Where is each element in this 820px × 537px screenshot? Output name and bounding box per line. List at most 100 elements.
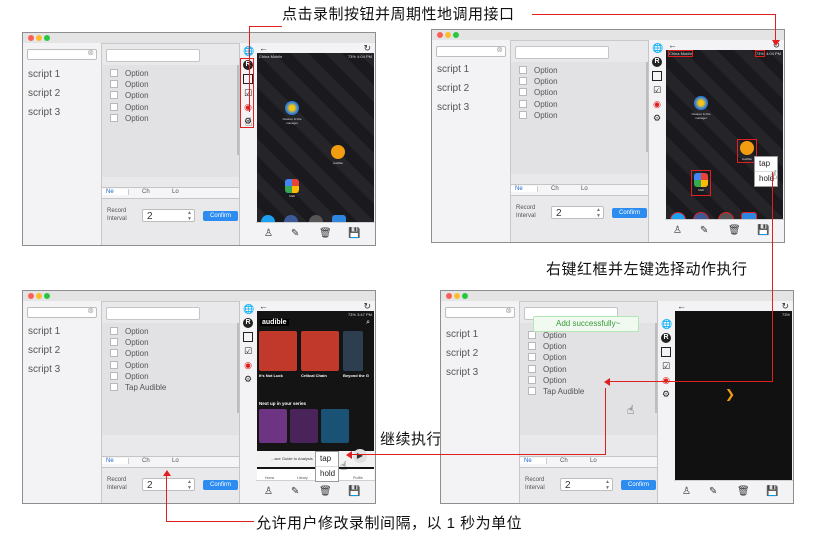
checkbox[interactable] — [110, 361, 118, 369]
action-search-input[interactable] — [106, 49, 200, 62]
confirm-button[interactable]: Confirm — [621, 480, 656, 490]
record-icon[interactable]: ◉ — [652, 99, 662, 109]
robot-icon[interactable]: ♙ — [682, 486, 691, 497]
tab-ch[interactable]: Ch — [142, 458, 150, 464]
back-arrow-icon[interactable]: ← — [668, 40, 677, 50]
record-r-icon[interactable]: R — [661, 333, 671, 343]
trash-icon[interactable]: 🗑 — [737, 486, 750, 497]
checkbox[interactable] — [110, 327, 118, 335]
back-arrow-icon[interactable]: ← — [259, 43, 268, 53]
checkbox-icon[interactable]: ☑ — [652, 85, 662, 95]
globe-icon[interactable]: 🌐 — [661, 319, 672, 329]
checkbox[interactable] — [110, 383, 118, 391]
script-search-input[interactable]: ⊗ — [436, 45, 506, 57]
book-cover[interactable] — [301, 331, 339, 371]
series-cover[interactable] — [321, 409, 349, 443]
script-search-input[interactable]: ⊗ — [27, 306, 97, 318]
checkbox[interactable] — [110, 69, 118, 77]
checkbox[interactable] — [528, 376, 536, 384]
clear-icon[interactable]: ⊗ — [87, 306, 94, 315]
gear-icon[interactable]: ⚙ — [243, 374, 253, 384]
play-button-icon[interactable]: ▶ — [353, 449, 367, 463]
checkbox[interactable] — [110, 103, 118, 111]
script-item[interactable]: script 2 — [28, 345, 60, 356]
checkbox[interactable] — [528, 387, 536, 395]
pencil-icon[interactable]: ✎ — [700, 225, 708, 236]
confirm-button[interactable]: Confirm — [203, 211, 238, 221]
action-search-input[interactable] — [515, 46, 609, 59]
cleaner-app-icon[interactable] — [285, 101, 299, 115]
minimize-dot[interactable] — [36, 293, 42, 299]
checkbox[interactable] — [110, 91, 118, 99]
option-item[interactable]: Option — [110, 103, 149, 112]
window-icon[interactable] — [243, 332, 253, 342]
checkbox[interactable] — [519, 77, 527, 85]
audible-app-icon[interactable] — [740, 141, 754, 155]
clear-icon[interactable]: ⊗ — [505, 306, 512, 315]
window-icon[interactable] — [652, 71, 662, 81]
mall-app-icon[interactable] — [285, 179, 299, 193]
tab-lo[interactable]: Lo — [581, 186, 588, 192]
checkbox[interactable] — [110, 372, 118, 380]
tab-lo[interactable]: Lo — [172, 189, 179, 195]
script-search-input[interactable]: ⊗ — [27, 48, 97, 60]
checkbox[interactable] — [110, 80, 118, 88]
option-item[interactable]: Option — [110, 338, 149, 347]
tab-new[interactable]: Ne — [511, 186, 538, 192]
book-cover[interactable] — [259, 331, 297, 371]
series-cover[interactable] — [259, 409, 287, 443]
option-item[interactable]: Option — [528, 342, 567, 351]
trash-icon[interactable]: 🗑 — [319, 228, 332, 239]
save-icon[interactable]: 💾 — [348, 486, 360, 497]
close-dot[interactable] — [446, 293, 452, 299]
refresh-icon[interactable]: ↻ — [363, 301, 371, 311]
checkbox-icon[interactable]: ☑ — [661, 361, 671, 371]
option-item[interactable]: Option — [519, 66, 558, 75]
tab-new[interactable]: Ne — [102, 189, 129, 195]
script-item[interactable]: script 3 — [437, 102, 469, 113]
clear-icon[interactable]: ⊗ — [496, 45, 503, 54]
script-search-input[interactable]: ⊗ — [445, 306, 515, 318]
maximize-dot[interactable] — [453, 32, 459, 38]
checkbox[interactable] — [528, 353, 536, 361]
save-icon[interactable]: 💾 — [757, 225, 769, 236]
context-item-tap[interactable]: tap — [316, 452, 338, 466]
confirm-button[interactable]: Confirm — [203, 480, 238, 490]
record-interval-input[interactable]: 2 ▲ ▼ — [142, 209, 195, 222]
tab-new[interactable]: Ne — [102, 458, 129, 464]
checkbox[interactable] — [519, 88, 527, 96]
option-item[interactable]: Option — [110, 114, 149, 123]
book-cover[interactable] — [343, 331, 363, 371]
checkbox[interactable] — [528, 331, 536, 339]
back-arrow-icon[interactable]: ← — [259, 301, 268, 311]
minimize-dot[interactable] — [454, 293, 460, 299]
script-item[interactable]: script 3 — [28, 364, 60, 375]
record-r-icon[interactable]: R — [243, 318, 253, 328]
close-dot[interactable] — [437, 32, 443, 38]
script-item[interactable]: script 3 — [28, 107, 60, 118]
search-icon[interactable]: ⌕ — [366, 319, 370, 327]
globe-icon[interactable]: 🌐 — [243, 304, 254, 314]
minimize-dot[interactable] — [445, 32, 451, 38]
option-item[interactable]: Option — [110, 327, 149, 336]
window-icon[interactable] — [661, 347, 671, 357]
gear-icon[interactable]: ⚙ — [652, 113, 662, 123]
option-item[interactable]: Option — [110, 91, 149, 100]
series-cover[interactable] — [290, 409, 318, 443]
minimize-dot[interactable] — [36, 35, 42, 41]
checkbox[interactable] — [519, 111, 527, 119]
context-item-hold[interactable]: hold — [316, 466, 338, 481]
script-item[interactable]: script 2 — [28, 88, 60, 99]
close-dot[interactable] — [28, 293, 34, 299]
tab-ch[interactable]: Ch — [551, 186, 559, 192]
robot-icon[interactable]: ♙ — [673, 225, 682, 236]
option-item[interactable]: Option — [519, 111, 558, 120]
script-item[interactable]: script 2 — [437, 83, 469, 94]
checkbox[interactable] — [110, 338, 118, 346]
tab-lo[interactable]: Lo — [172, 458, 179, 464]
refresh-icon[interactable]: ↻ — [363, 43, 371, 53]
checkbox[interactable] — [519, 66, 527, 74]
record-icon[interactable]: ◉ — [243, 360, 253, 370]
option-item[interactable]: Option — [110, 361, 149, 370]
checkbox[interactable] — [110, 349, 118, 357]
